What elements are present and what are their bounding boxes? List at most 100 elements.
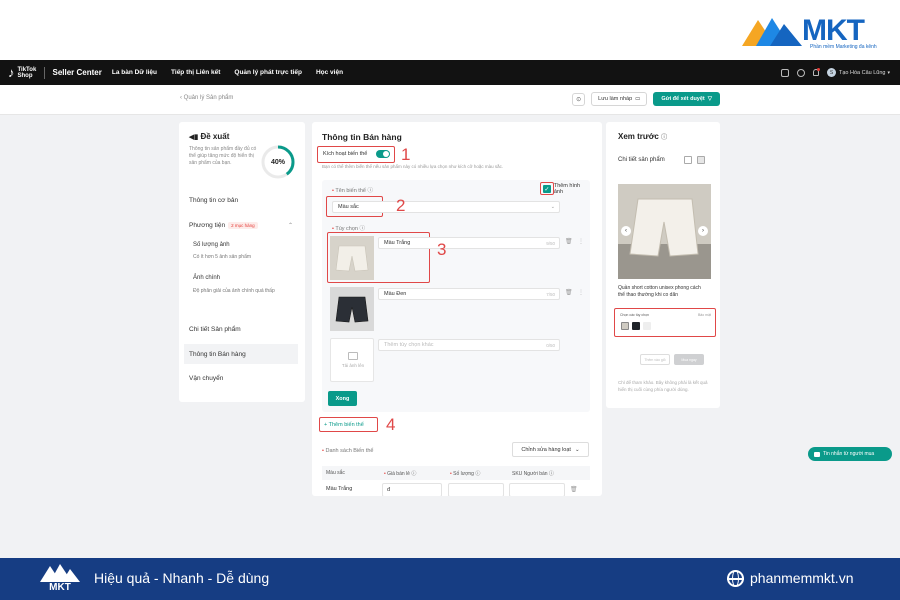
tiktok-shop-label: TikTok Shop (17, 66, 37, 79)
submit-review-button[interactable]: Gửi để xét duyệt ▽ (653, 92, 720, 106)
char-count: 0/50 (546, 342, 555, 348)
suggestion-desc: Thông tin sản phẩm đầy đủ có thể giúp tă… (189, 146, 257, 166)
trash-icon[interactable]: 🗑 (565, 238, 573, 245)
trash-icon[interactable]: 🗑 (565, 289, 573, 296)
preview-note: Chỉ để tham khảo. Bây không phải là kết … (618, 380, 708, 392)
carousel-prev-button[interactable]: ‹ (621, 226, 631, 236)
brand-name: MKT (802, 14, 865, 47)
nav-item-affiliate[interactable]: Tiếp thị Liên kết (171, 69, 220, 76)
add-variant-button[interactable]: + Thêm biến thể (319, 417, 378, 432)
option-image-white[interactable] (330, 236, 374, 280)
toggle-label: Kích hoạt biến thể (323, 151, 368, 157)
section-title: Thông tin Bán hàng (322, 132, 402, 142)
nav-item-livestream[interactable]: Quản lý phát trực tiếp (234, 69, 302, 76)
sales-info-panel: Thông tin Bán hàng Kích hoạt biến thể 1 … (312, 122, 602, 496)
sidebar-item-media-label: Phương tiện (189, 222, 226, 229)
sidebar-item-sales-info[interactable]: Thông tin Bán hàng (184, 344, 298, 364)
top-nav: ♪ TikTok Shop Seller Center La bàn Dữ li… (0, 60, 900, 85)
image-placeholder-icon (348, 352, 358, 360)
chevron-up-icon[interactable]: ⌃ (288, 222, 293, 229)
add-image-option[interactable]: ✓ Thêm hình ảnh (535, 183, 590, 195)
nav-right-tools: S Tạo Hóa Câu Lũng ▾ (781, 60, 890, 85)
preview-subtitle: Chi tiết sản phẩm (618, 157, 665, 163)
preview-variant-selector: Chọn các tùy chọn Bảo mật (614, 308, 716, 337)
save-draft-button[interactable]: Lưu làm nháp ▭ (591, 92, 648, 106)
shorts-black-image (330, 287, 374, 331)
brand-subtitle: Phần mềm Marketing đa kênh (810, 44, 877, 50)
sidebar-item-shipping[interactable]: Vận chuyển (189, 375, 223, 382)
globe-icon (727, 570, 744, 587)
preview-mode-switch (684, 156, 705, 164)
user-menu[interactable]: S Tạo Hóa Câu Lũng ▾ (827, 68, 890, 77)
save-draft-label: Lưu làm nháp (598, 96, 633, 102)
mkt-logo-icon (742, 18, 802, 46)
batch-edit-button[interactable]: Chỉnh sửa hàng loạt ⌄ (512, 442, 589, 457)
nav-item-academy[interactable]: Học viện (316, 69, 343, 76)
drag-handle-icon[interactable]: ⋮ (578, 289, 584, 296)
footer-tagline: Hiệu quả - Nhanh - Dễ dùng (94, 570, 270, 586)
column-quantity: • Số lượng ⓘ (450, 471, 481, 477)
add-image-checkbox[interactable]: ✓ (543, 185, 551, 193)
preview-variant-more: Bảo mật (697, 313, 711, 317)
help-button[interactable]: ⊙ (572, 92, 586, 106)
chevron-down-icon: ⌄ (550, 204, 555, 210)
option-input-new[interactable]: Thêm tùy chọn khác 0/50 (378, 339, 560, 351)
price-input[interactable]: đ (382, 483, 442, 496)
footer-website[interactable]: phanmemmkt.vn (750, 570, 853, 586)
preview-product-image: ‹ › (618, 184, 711, 279)
grid-icon[interactable] (697, 156, 705, 164)
trash-icon[interactable]: 🗑 (570, 486, 578, 493)
brand-header: MKT Phần mềm Marketing đa kênh (0, 0, 900, 60)
phone-icon[interactable] (781, 68, 789, 77)
header-actions: ⊙ Lưu làm nháp ▭ Gửi để xét duyệt ▽ (572, 92, 720, 106)
swatch-empty[interactable] (643, 322, 651, 330)
suggestion-title: ◀▮ Đề xuất (189, 132, 229, 141)
bell-icon[interactable] (813, 68, 820, 76)
suggestion-panel: ◀▮ Đề xuất Thông tin sản phẩm đầy đủ có … (179, 122, 305, 402)
column-color: Màu sắc (326, 470, 345, 476)
toggle-description: Bạn có thể thêm biến thể nếu sản phẩm nà… (322, 164, 504, 169)
status-badge: 2 mục hàng (228, 222, 258, 229)
drag-handle-icon[interactable]: ⋮ (578, 238, 584, 245)
batch-edit-label: Chỉnh sửa hàng loạt (521, 446, 571, 453)
breadcrumb[interactable]: ‹ Quản lý Sản phẩm (180, 95, 233, 101)
option-image-black[interactable] (330, 287, 374, 331)
sidebar-item-details[interactable]: Chi tiết Sản phẩm (189, 326, 241, 333)
variant-table: Màu sắc • Giá bán lẻ ⓘ • Số lượng ⓘ SKU … (322, 466, 590, 496)
suggestion-image-count-desc: Có ít hơn 5 ảnh sản phẩm (193, 254, 252, 260)
variant-name-select[interactable]: Màu sắc ⌄ (332, 201, 560, 213)
footer-logo: MKT (38, 562, 82, 596)
dropdown-icon: ▽ (707, 96, 712, 102)
tiktok-shop-logo[interactable]: ♪ TikTok Shop (8, 65, 36, 80)
preview-buy-now: Mua ngay (674, 354, 704, 365)
option-value: Màu Trắng (384, 240, 411, 246)
variant-name-label: • Tên biến thể ⓘ (332, 188, 373, 194)
option-input-white[interactable]: Màu Trắng 9/50 (378, 237, 560, 249)
support-icon[interactable] (797, 68, 805, 77)
mkt-logo: MKT Phần mềm Marketing đa kênh (740, 14, 890, 54)
swatch-black[interactable] (632, 322, 640, 330)
carousel-next-button[interactable]: › (698, 226, 708, 236)
preview-add-to-cart: Thêm vào giỏ (640, 354, 670, 365)
lock-icon[interactable] (684, 156, 692, 164)
sidebar-item-basic-info[interactable]: Thông tin cơ bản (189, 197, 238, 204)
sku-input[interactable] (509, 483, 565, 496)
quantity-input[interactable] (448, 483, 504, 496)
preview-panel: Xem trước ⓘ Chi tiết sản phẩm ‹ › Quần s… (606, 122, 720, 408)
info-icon: ⓘ (661, 135, 668, 141)
option-input-black[interactable]: Màu Đen 7/50 (378, 288, 560, 300)
swatch-white[interactable] (621, 322, 629, 330)
step-number-4: 4 (386, 415, 396, 434)
upload-image-slot[interactable]: Tải ảnh lên (330, 338, 374, 382)
enable-variant-toggle[interactable] (376, 150, 390, 158)
nav-item-data-compass[interactable]: La bàn Dữ liệu (112, 69, 157, 76)
done-button[interactable]: Xong (328, 391, 357, 406)
char-count: 9/50 (546, 240, 555, 246)
chevron-down-icon: ▾ (887, 69, 890, 76)
buyer-messages-button[interactable]: Tin nhắn từ người mua (808, 447, 892, 461)
sidebar-item-media[interactable]: Phương tiện 2 mục hàng (189, 222, 258, 229)
column-price: • Giá bán lẻ ⓘ (384, 471, 417, 477)
enable-variant-row: Kích hoạt biến thể (317, 146, 395, 163)
avatar: S (827, 68, 836, 77)
step-number-3: 3 (437, 240, 447, 259)
